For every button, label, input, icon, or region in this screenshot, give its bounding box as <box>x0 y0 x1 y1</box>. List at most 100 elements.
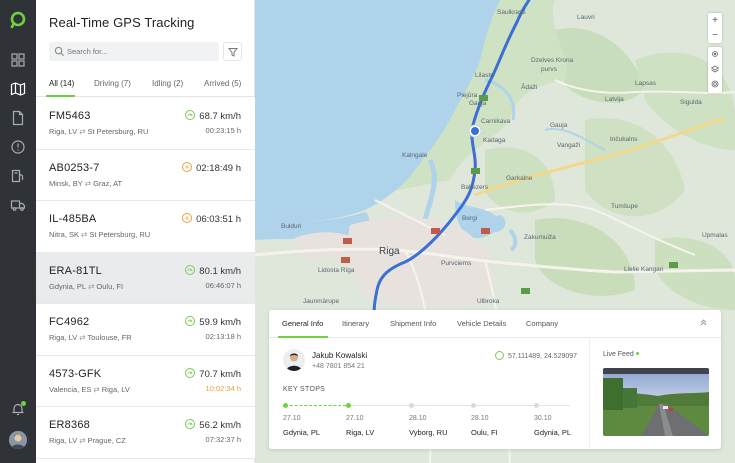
filter-button[interactable] <box>223 42 242 61</box>
map-label: Piejūra <box>457 92 478 99</box>
map-label: Baltezers <box>461 184 489 191</box>
logo-icon <box>10 11 26 29</box>
divider <box>589 338 590 449</box>
user-avatar[interactable] <box>9 431 27 449</box>
settings-button[interactable] <box>708 77 722 92</box>
locate-button[interactable] <box>708 47 722 62</box>
vehicle-row-selected[interactable]: ERA-81TL Gdynia, PL ⇄ Oulu, FI 80.1 km/h 0… <box>36 252 255 304</box>
speed-icon <box>185 367 196 378</box>
map-label: Tumšupe <box>611 203 638 210</box>
vehicle-status: 80.1 km/h <box>185 264 241 277</box>
vehicle-row[interactable]: AB0253-7 Minsk, BY ⇄ Graz, AT 02:18:49 h <box>36 149 255 201</box>
location-pin-icon <box>495 351 504 360</box>
map-view[interactable]: Saulkrasti Dzelves Krona purvs Ādaži Lil… <box>255 0 735 463</box>
vehicle-row[interactable]: IL-485BA Nitra, SK ⇄ St Petersburg, RU 06:… <box>36 201 255 253</box>
tab-vehicle-details[interactable]: Vehicle Details <box>457 319 506 328</box>
truck-icon[interactable] <box>10 197 26 213</box>
vehicle-route: Riga, LV ⇄ St Petersburg, RU <box>49 127 149 136</box>
tab-driving[interactable]: Driving (7) <box>94 79 131 88</box>
vehicle-id: FM5463 <box>49 110 91 122</box>
stop-dot <box>346 403 351 408</box>
stop-dot <box>283 403 288 408</box>
map-label: Kalngale <box>402 152 428 159</box>
tab-general-info[interactable]: General Info <box>282 319 323 328</box>
coordinates: 57.111489, 24.529097 <box>495 351 577 360</box>
map-label: Bulduri <box>281 223 302 230</box>
search-input[interactable] <box>67 42 215 61</box>
vehicle-status: 70.7 km/h <box>185 367 241 380</box>
tab-all[interactable]: All (14) <box>49 79 74 88</box>
dashboard-icon[interactable] <box>10 52 26 68</box>
vehicle-row[interactable]: ER8368 Riga, LV ⇄ Prague, CZ 56.2 km/h 07:… <box>36 407 255 459</box>
vehicle-id: IL-485BA <box>49 213 97 225</box>
map-label: Ulbroka <box>477 298 500 305</box>
alert-icon[interactable] <box>10 139 26 155</box>
active-tab-indicator <box>278 336 328 338</box>
timeline-segment <box>285 405 346 406</box>
vehicle-time-warning: 10:02:34 h <box>205 383 241 393</box>
nav-rail <box>0 0 36 463</box>
map-icon[interactable] <box>10 81 26 97</box>
map-label: Lauvri <box>577 14 595 21</box>
tab-arrived[interactable]: Arrived (5) <box>204 79 241 88</box>
stop-city: Gdynia, PL <box>534 428 572 437</box>
vehicle-list: FM5463 Riga, LV ⇄ St Petersburg, RU 68.7 k… <box>36 98 255 459</box>
vehicle-row[interactable]: FC4962 Riga, LV ⇄ Toulouse, FR 59.9 km/h 0… <box>36 304 255 356</box>
app: Real-Time GPS Tracking All (14) Driving … <box>0 0 735 463</box>
fuel-icon[interactable] <box>10 168 26 184</box>
vehicle-route: Riga, LV ⇄ Toulouse, FR <box>49 333 132 342</box>
vehicle-id: ER8368 <box>49 419 90 431</box>
status-tabs: All (14) Driving (7) Idling (2) Arrived … <box>36 70 255 97</box>
tab-idling[interactable]: Idling (2) <box>152 79 183 88</box>
vehicle-row[interactable]: FM5463 Riga, LV ⇄ St Petersburg, RU 68.7 k… <box>36 98 255 150</box>
zoom-out-button[interactable]: − <box>708 28 722 43</box>
collapse-chevron-icon[interactable] <box>699 318 708 327</box>
swap-icon: ⇄ <box>79 127 86 136</box>
vehicle-status: 56.2 km/h <box>185 419 241 431</box>
vehicle-row[interactable]: 4573-GFK Valencia, ES ⇄ Riga, LV 70.7 km/h… <box>36 355 255 407</box>
live-feed-video[interactable] <box>603 368 709 436</box>
stop-dot <box>471 403 476 408</box>
swap-icon: ⇄ <box>93 384 100 394</box>
map-label: Saulkrasti <box>497 9 526 16</box>
map-label: Ādaži <box>521 84 538 91</box>
speed-icon <box>185 316 196 326</box>
vehicle-id: ERA-81TL <box>49 264 102 277</box>
zoom-control: + − <box>708 13 722 43</box>
stop-city: Gdynia, PL <box>283 428 321 437</box>
document-icon[interactable] <box>10 110 26 126</box>
vehicle-status: 68.7 km/h <box>185 110 241 122</box>
search-icon <box>54 46 65 57</box>
map-label: Purvciems <box>441 260 472 267</box>
stop-date: 27.10 <box>283 415 301 422</box>
vehicle-time: 02:13:18 h <box>205 332 241 341</box>
key-stops-timeline: 27.10 27.10 28.10 28.10 30.10 Gdynia, PL… <box>283 400 583 440</box>
zoom-in-button[interactable]: + <box>708 13 722 28</box>
map-tools <box>708 47 722 93</box>
tab-company[interactable]: Company <box>526 319 558 328</box>
driver-phone: +48 7801 854 21 <box>312 363 365 370</box>
speed-icon <box>185 110 196 120</box>
speed-icon <box>185 264 196 275</box>
pause-icon <box>182 161 193 172</box>
map-label: Sigulda <box>680 99 702 106</box>
map-label: Gauja <box>550 122 568 129</box>
map-label: Upmalas <box>702 232 728 239</box>
tab-itinerary[interactable]: Itinerary <box>342 319 369 328</box>
layers-button[interactable] <box>708 62 722 77</box>
swap-icon: ⇄ <box>84 178 92 188</box>
vehicle-route: Valencia, ES ⇄ Riga, LV <box>49 384 130 394</box>
vehicle-details-card: General Info Itinerary Shipment Info Veh… <box>269 310 721 449</box>
search-box[interactable] <box>49 42 219 61</box>
vehicle-status: 02:18:49 h <box>182 161 241 174</box>
speed-icon <box>185 419 196 429</box>
tab-shipment-info[interactable]: Shipment Info <box>390 319 436 328</box>
vehicle-route: Gdynia, PL ⇄ Oulu, FI <box>49 281 124 291</box>
map-label: Jaunmārupe <box>303 298 340 305</box>
driver-avatar <box>283 349 305 371</box>
key-stops-label: KEY STOPS <box>283 386 326 393</box>
swap-icon: ⇄ <box>79 436 86 445</box>
stop-date: 30.10 <box>534 415 552 422</box>
notification-bell-icon[interactable] <box>10 401 26 417</box>
vehicle-time: 00:23:15 h <box>205 126 241 135</box>
